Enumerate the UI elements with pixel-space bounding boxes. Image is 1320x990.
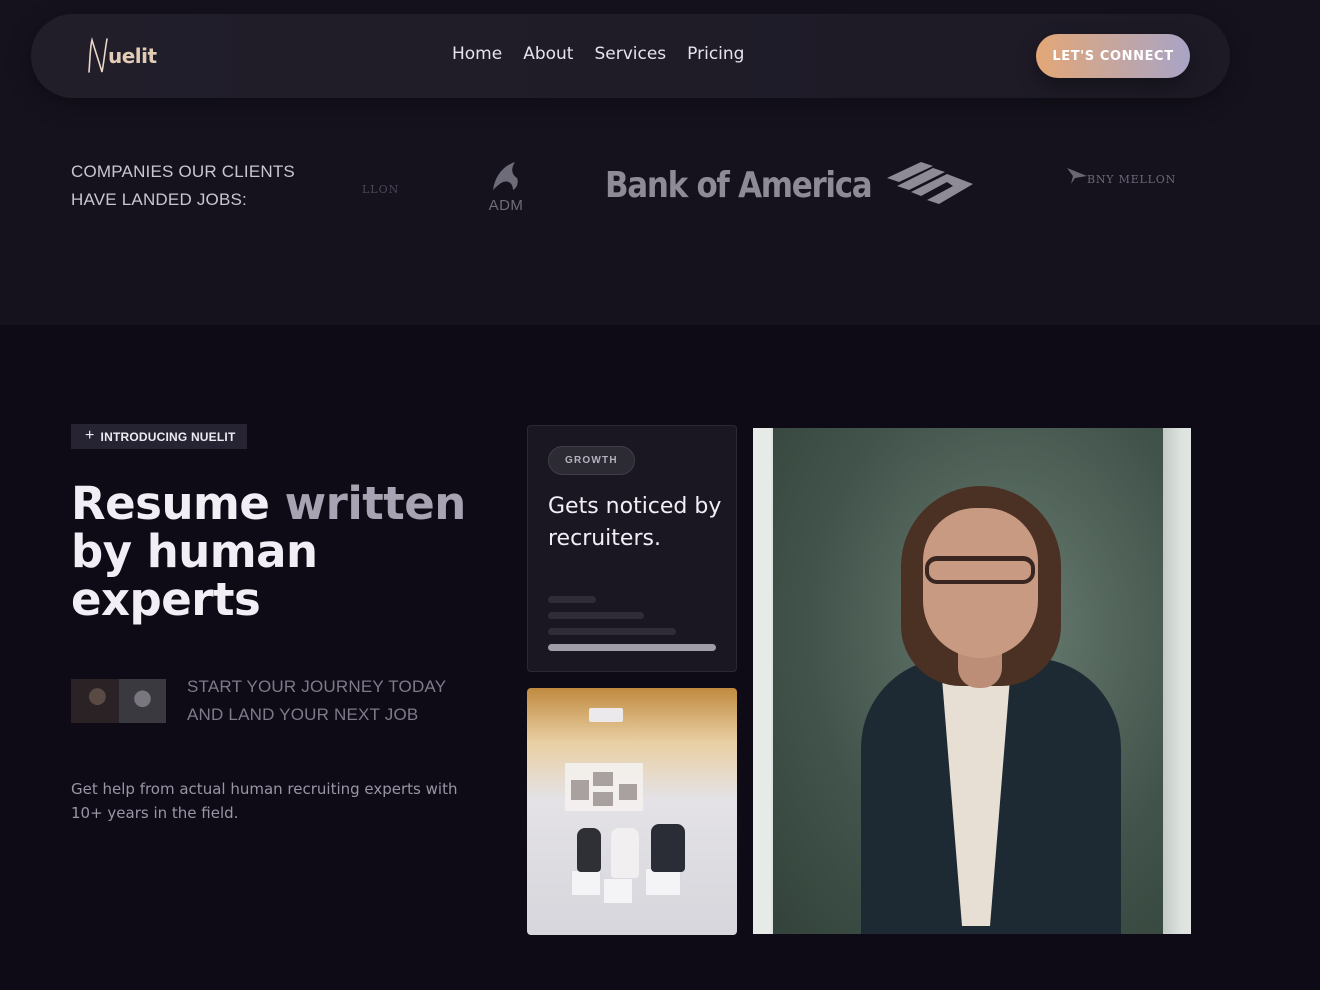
meeting-photo [527, 688, 737, 935]
hero-headline: Resume written by human experts [71, 480, 491, 624]
bny-arrow-icon [1067, 168, 1087, 184]
bny-mellon-text: BNY MELLON [1087, 173, 1177, 186]
skeleton-line [548, 596, 596, 603]
nav-links: Home About Services Pricing [452, 44, 744, 64]
expert-portrait-photo [753, 428, 1191, 934]
headline-line2: by human [71, 525, 318, 578]
client-avatars [71, 679, 166, 723]
company-logo-strip: LLON ADM Bank of America BNY MELLON [350, 150, 1180, 230]
companies-label: COMPANIES OUR CLIENTS HAVE LANDED JOBS: [71, 158, 331, 214]
companies-label-line2: HAVE LANDED JOBS: [71, 190, 247, 209]
nav-link-about[interactable]: About [523, 44, 573, 64]
growth-card: GROWTH Gets noticed by recruiters. [527, 425, 737, 672]
adm-text: ADM [488, 197, 524, 214]
headline-part1: Resume [71, 477, 270, 530]
projector-icon [589, 708, 623, 722]
bny-mellon-logo: BNY MELLON [1065, 166, 1176, 186]
logo[interactable]: uelit [86, 36, 157, 76]
nav-link-home[interactable]: Home [452, 44, 502, 64]
logo-text: uelit [108, 44, 157, 68]
bny-mellon-partial-logo: LLON [362, 183, 400, 196]
bank-of-america-flag-icon [886, 162, 973, 204]
bank-of-america-text: Bank of America [605, 164, 873, 206]
journey-line1: START YOUR JOURNEY TODAY [187, 677, 447, 696]
adm-leaf-icon [493, 162, 518, 190]
companies-label-line1: COMPANIES OUR CLIENTS [71, 162, 295, 181]
headline-line3: experts [71, 573, 261, 626]
logo-n-mark-icon [86, 36, 110, 76]
avatar [71, 679, 119, 723]
bank-of-america-logo: Bank of America [605, 160, 977, 210]
plus-icon: + [85, 427, 95, 444]
navbar: uelit Home About Services Pricing LET'S … [31, 14, 1230, 98]
progress-bar [548, 644, 716, 651]
journey-line2: AND LAND YOUR NEXT JOB [187, 705, 419, 724]
nav-link-pricing[interactable]: Pricing [687, 44, 744, 64]
skeleton-line [548, 612, 644, 619]
adm-logo: ADM [483, 160, 529, 214]
nav-link-services[interactable]: Services [594, 44, 666, 64]
headline-part2: written [269, 477, 467, 530]
growth-badge: GROWTH [548, 446, 635, 475]
skeleton-line [548, 628, 676, 635]
lets-connect-button[interactable]: LET'S CONNECT [1036, 34, 1190, 78]
hero-description: Get help from actual human recruiting ex… [71, 780, 458, 822]
introducing-tag: + INTRODUCING NUELIT [71, 424, 248, 449]
avatar [118, 679, 166, 723]
introducing-tag-label: INTRODUCING NUELIT [100, 429, 236, 444]
growth-card-title: Gets noticed by recruiters. [548, 494, 722, 551]
journey-text: START YOUR JOURNEY TODAY AND LAND YOUR N… [187, 673, 487, 729]
